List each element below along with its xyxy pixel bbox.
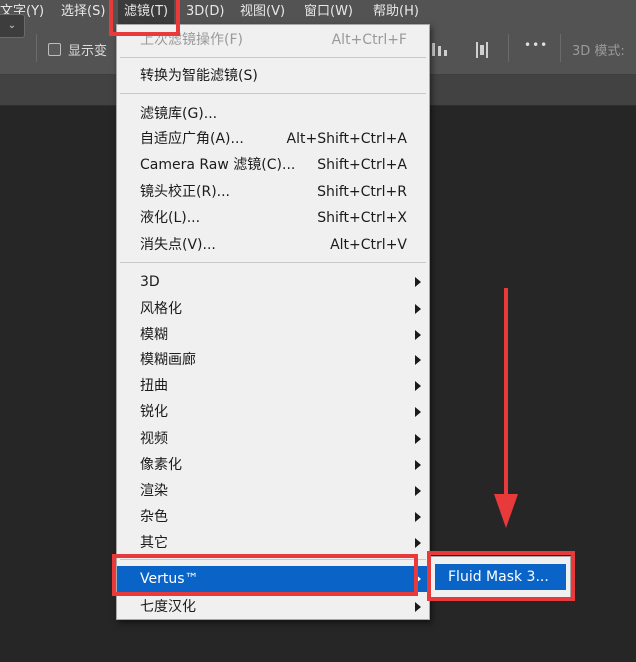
menu-item-qidu-hanhua[interactable]: 七度汉化 — [117, 594, 429, 620]
menu-item-label: 消失点(V)... — [140, 237, 216, 253]
menu-item-liquify[interactable]: 液化(L)... Shift+Ctrl+X — [117, 205, 429, 231]
menu-item-label: 其它 — [140, 535, 168, 551]
menu-item-adaptive-wide-angle[interactable]: 自适应广角(A)... Alt+Shift+Ctrl+A — [117, 126, 429, 152]
menu-item-render[interactable]: 渲染 — [117, 478, 429, 504]
submenu-arrow-icon — [415, 381, 421, 391]
submenu-arrow-icon — [415, 355, 421, 365]
menu-item-label: 锐化 — [140, 404, 168, 420]
menu-item-3d[interactable]: 3D — [117, 269, 429, 295]
submenu-arrow-icon — [415, 538, 421, 548]
menu-item-blur-gallery[interactable]: 模糊画廊 — [117, 347, 429, 373]
menu-item-label: 风格化 — [140, 301, 182, 317]
menu-help[interactable]: 帮助(H) — [373, 0, 419, 24]
annotation-box-fluid-mask — [427, 551, 575, 601]
distribute-icon[interactable] — [430, 40, 500, 60]
menu-item-noise[interactable]: 杂色 — [117, 504, 429, 530]
menu-item-label: Camera Raw 滤镜(C)... — [140, 157, 296, 173]
menu-view[interactable]: 视图(V) — [240, 0, 285, 24]
menu-item-label: 渲染 — [140, 483, 168, 499]
menu-item-label: 模糊 — [140, 327, 168, 343]
more-options-icon[interactable]: ••• — [524, 38, 548, 52]
menu-separator — [120, 93, 426, 94]
menu-item-shortcut: Shift+Ctrl+A — [317, 157, 407, 173]
menu-item-label: 像素化 — [140, 457, 182, 473]
menu-bar: 文字(Y) 选择(S) 滤镜(T) 3D(D) 视图(V) 窗口(W) 帮助(H… — [0, 0, 636, 25]
menu-item-distort[interactable]: 扭曲 — [117, 373, 429, 399]
menu-item-label: 自适应广角(A)... — [140, 131, 244, 147]
submenu-arrow-icon — [415, 330, 421, 340]
menu-item-vanishing-point[interactable]: 消失点(V)... Alt+Ctrl+V — [117, 232, 429, 258]
menu-item-convert-smart-filter[interactable]: 转换为智能滤镜(S) — [117, 63, 429, 89]
menu-item-filter-gallery[interactable]: 滤镜库(G)... — [117, 101, 429, 127]
menu-item-shortcut: Alt+Ctrl+F — [331, 32, 407, 48]
menu-item-label: 转换为智能滤镜(S) — [140, 68, 258, 84]
menu-item-camera-raw[interactable]: Camera Raw 滤镜(C)... Shift+Ctrl+A — [117, 152, 429, 178]
menu-item-label: 杂色 — [140, 509, 168, 525]
submenu-arrow-icon — [415, 407, 421, 417]
3d-mode-label: 3D 模式: — [572, 44, 625, 59]
menu-separator — [120, 57, 426, 58]
menu-item-label: 液化(L)... — [140, 210, 201, 226]
menu-item-lens-correction[interactable]: 镜头校正(R)... Shift+Ctrl+R — [117, 179, 429, 205]
menu-item-label: 视频 — [140, 431, 168, 447]
menu-item-shortcut: Shift+Ctrl+X — [317, 210, 407, 226]
menu-item-shortcut: Alt+Ctrl+V — [330, 237, 407, 253]
menu-separator — [120, 262, 426, 263]
menu-item-sharpen[interactable]: 锐化 — [117, 399, 429, 425]
annotation-box-filter-menu — [109, 0, 180, 36]
show-transform-label: 显示变 — [68, 44, 108, 59]
toolbar-divider — [560, 34, 561, 62]
toolbar-divider — [508, 34, 509, 62]
submenu-arrow-icon — [415, 434, 421, 444]
menu-item-pixelate[interactable]: 像素化 — [117, 452, 429, 478]
menu-item-label: 镜头校正(R)... — [140, 184, 231, 200]
menu-window[interactable]: 窗口(W) — [304, 0, 353, 24]
submenu-arrow-icon — [415, 277, 421, 287]
submenu-arrow-icon — [415, 512, 421, 522]
menu-3d[interactable]: 3D(D) — [186, 0, 224, 24]
menu-item-other[interactable]: 其它 — [117, 530, 429, 556]
show-transform-checkbox[interactable] — [48, 43, 61, 56]
menu-item-label: 扭曲 — [140, 378, 168, 394]
menu-item-label: 滤镜库(G)... — [140, 106, 218, 122]
menu-item-label: 七度汉化 — [140, 599, 196, 615]
submenu-arrow-icon — [415, 486, 421, 496]
tool-preset-dropdown[interactable]: ⌄ — [0, 14, 25, 38]
menu-item-stylize[interactable]: 风格化 — [117, 296, 429, 322]
menu-item-shortcut: Shift+Ctrl+R — [317, 184, 407, 200]
menu-item-label: 3D — [140, 274, 160, 290]
menu-item-label: 模糊画廊 — [140, 352, 196, 368]
menu-item-video[interactable]: 视频 — [117, 426, 429, 452]
submenu-arrow-icon — [415, 602, 421, 612]
annotation-arrow-icon — [494, 288, 518, 528]
menu-item-shortcut: Alt+Shift+Ctrl+A — [286, 131, 407, 147]
toolbar-divider — [36, 34, 37, 62]
annotation-box-vertus — [112, 554, 418, 596]
menu-select[interactable]: 选择(S) — [61, 0, 105, 24]
filter-menu: 上次滤镜操作(F) Alt+Ctrl+F 转换为智能滤镜(S) 滤镜库(G)..… — [116, 24, 430, 620]
submenu-arrow-icon — [415, 304, 421, 314]
submenu-arrow-icon — [415, 460, 421, 470]
menu-item-blur[interactable]: 模糊 — [117, 322, 429, 348]
